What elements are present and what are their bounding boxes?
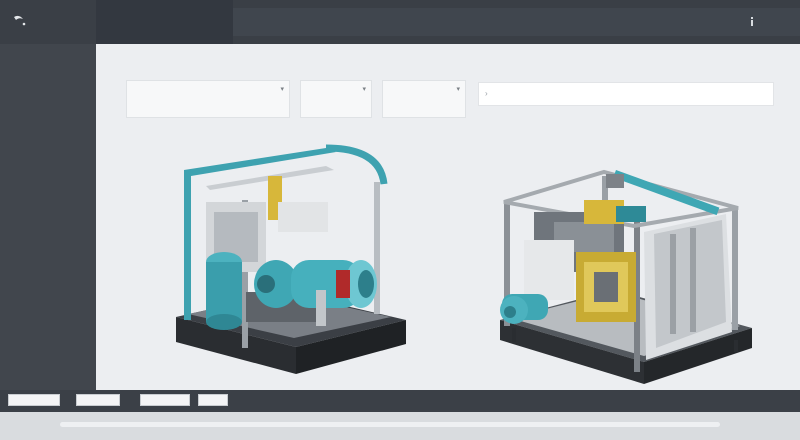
sidebar-item-2[interactable] (0, 74, 96, 98)
chevron-down-icon: ▾ (456, 86, 460, 93)
wide-search-field[interactable]: › (478, 82, 774, 106)
sidebar-item-1[interactable] (0, 50, 96, 74)
processing-unit-model[interactable] (494, 122, 758, 386)
filter-field-1[interactable]: ▾ (126, 80, 290, 118)
filter-field-3[interactable]: ▾ (382, 80, 466, 118)
sidebar-item-5[interactable] (0, 146, 96, 170)
chevron-icon: › (485, 89, 488, 98)
chevron-down-icon: ▾ (280, 86, 284, 93)
pump-skid-model[interactable] (166, 142, 416, 380)
top-bar-tabstrip (233, 8, 800, 36)
bottom-button-4[interactable] (198, 394, 228, 406)
bottom-button-2[interactable] (76, 394, 120, 406)
main-panel: ▾ ▾ ▾ › (96, 44, 800, 390)
filter-field-2[interactable]: ▾ (300, 80, 372, 118)
bottom-toolbar (0, 390, 800, 412)
bottom-button-1[interactable] (8, 394, 60, 406)
sidebar (0, 44, 96, 390)
top-bar (0, 0, 800, 44)
bottom-button-3[interactable] (140, 394, 190, 406)
crescent-logo-icon (14, 15, 26, 26)
top-bar-actions (736, 16, 800, 28)
app-logo[interactable] (0, 0, 96, 44)
bezel-highlight (60, 422, 720, 427)
sidebar-item-6[interactable] (0, 170, 96, 194)
info-icon[interactable] (750, 16, 754, 28)
chevron-down-icon: ▾ (362, 86, 366, 93)
monitor-bezel (0, 412, 800, 440)
sidebar-item-3[interactable] (0, 98, 96, 122)
top-bar-segment (96, 0, 233, 44)
sidebar-item-4[interactable] (0, 122, 96, 146)
